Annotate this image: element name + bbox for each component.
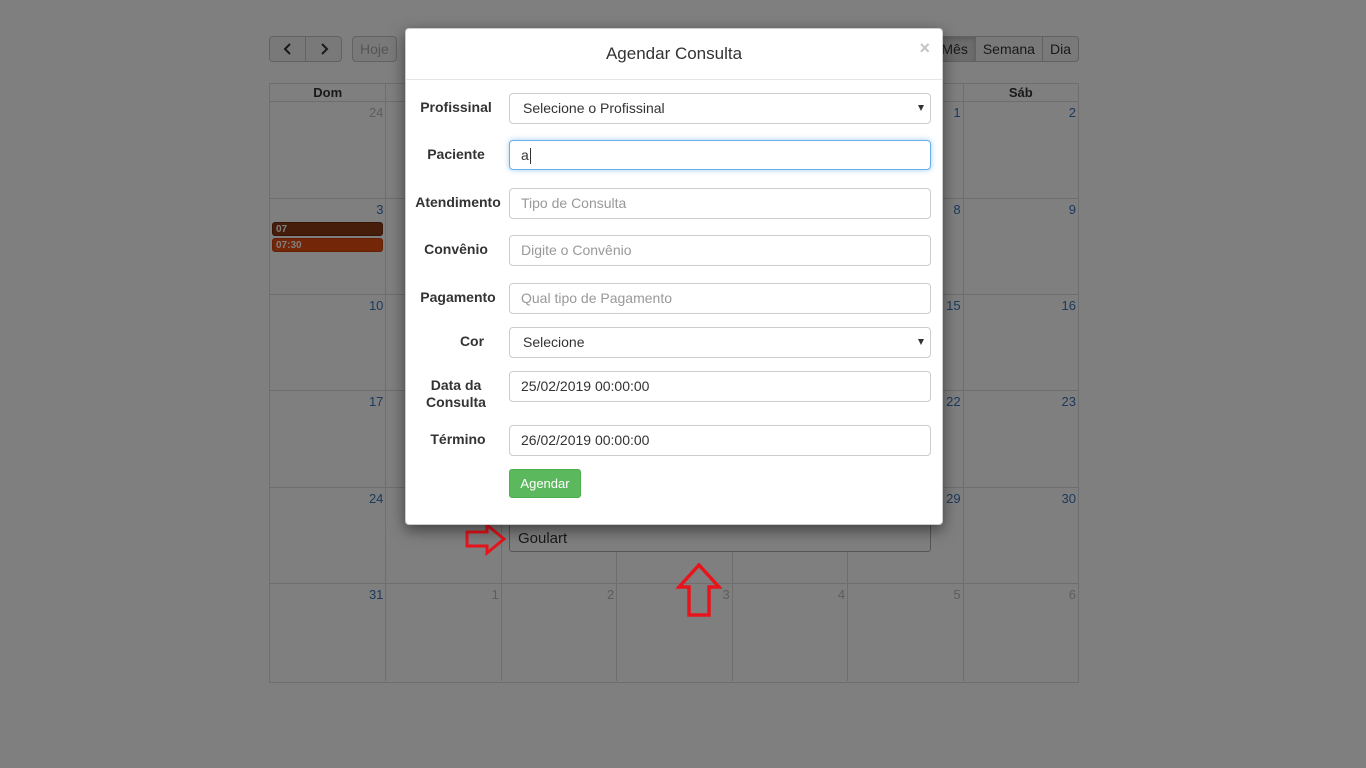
- data-consulta-input[interactable]: 25/02/2019 00:00:00: [509, 371, 931, 402]
- modal-title: Agendar Consulta: [605, 44, 743, 63]
- agendar-button[interactable]: Agendar: [509, 469, 581, 498]
- paciente-label: Paciente: [427, 146, 485, 162]
- data-consulta-label-line1: Data da: [430, 377, 482, 393]
- termino-input[interactable]: 26/02/2019 00:00:00: [509, 425, 931, 456]
- data-consulta-label-line2: Consulta: [426, 394, 486, 410]
- schedule-appointment-modal: Agendar Consulta × Profissinal Selecione…: [405, 28, 943, 525]
- close-button[interactable]: ×: [919, 39, 930, 57]
- text-cursor: [529, 148, 531, 165]
- caret-down-icon: [918, 339, 924, 345]
- atendimento-label: Atendimento: [415, 194, 501, 210]
- cor-select-value: Selecione: [523, 334, 585, 350]
- caret-down-icon: [918, 105, 924, 111]
- convenio-input[interactable]: Digite o Convênio: [509, 235, 931, 266]
- convenio-label: Convênio: [424, 241, 488, 257]
- atendimento-input[interactable]: Tipo de Consulta: [509, 188, 931, 219]
- paciente-input[interactable]: a: [509, 140, 931, 170]
- profissional-select[interactable]: Selecione o Profissinal: [509, 93, 931, 124]
- pagamento-label: Pagamento: [420, 289, 496, 305]
- profissional-label: Profissinal: [420, 99, 492, 115]
- cor-label: Cor: [459, 333, 485, 349]
- data-consulta-label: Data da Consulta: [406, 377, 506, 411]
- profissional-select-value: Selecione o Profissinal: [523, 100, 665, 116]
- modal-header: Agendar Consulta ×: [406, 29, 942, 80]
- termino-label: Término: [430, 431, 486, 447]
- annotation-arrow-right-icon: [465, 522, 507, 556]
- pagamento-input[interactable]: Qual tipo de Pagamento: [509, 283, 931, 314]
- cor-select[interactable]: Selecione: [509, 327, 931, 358]
- paciente-input-value: a: [521, 147, 529, 163]
- annotation-arrow-up-icon: [676, 563, 722, 617]
